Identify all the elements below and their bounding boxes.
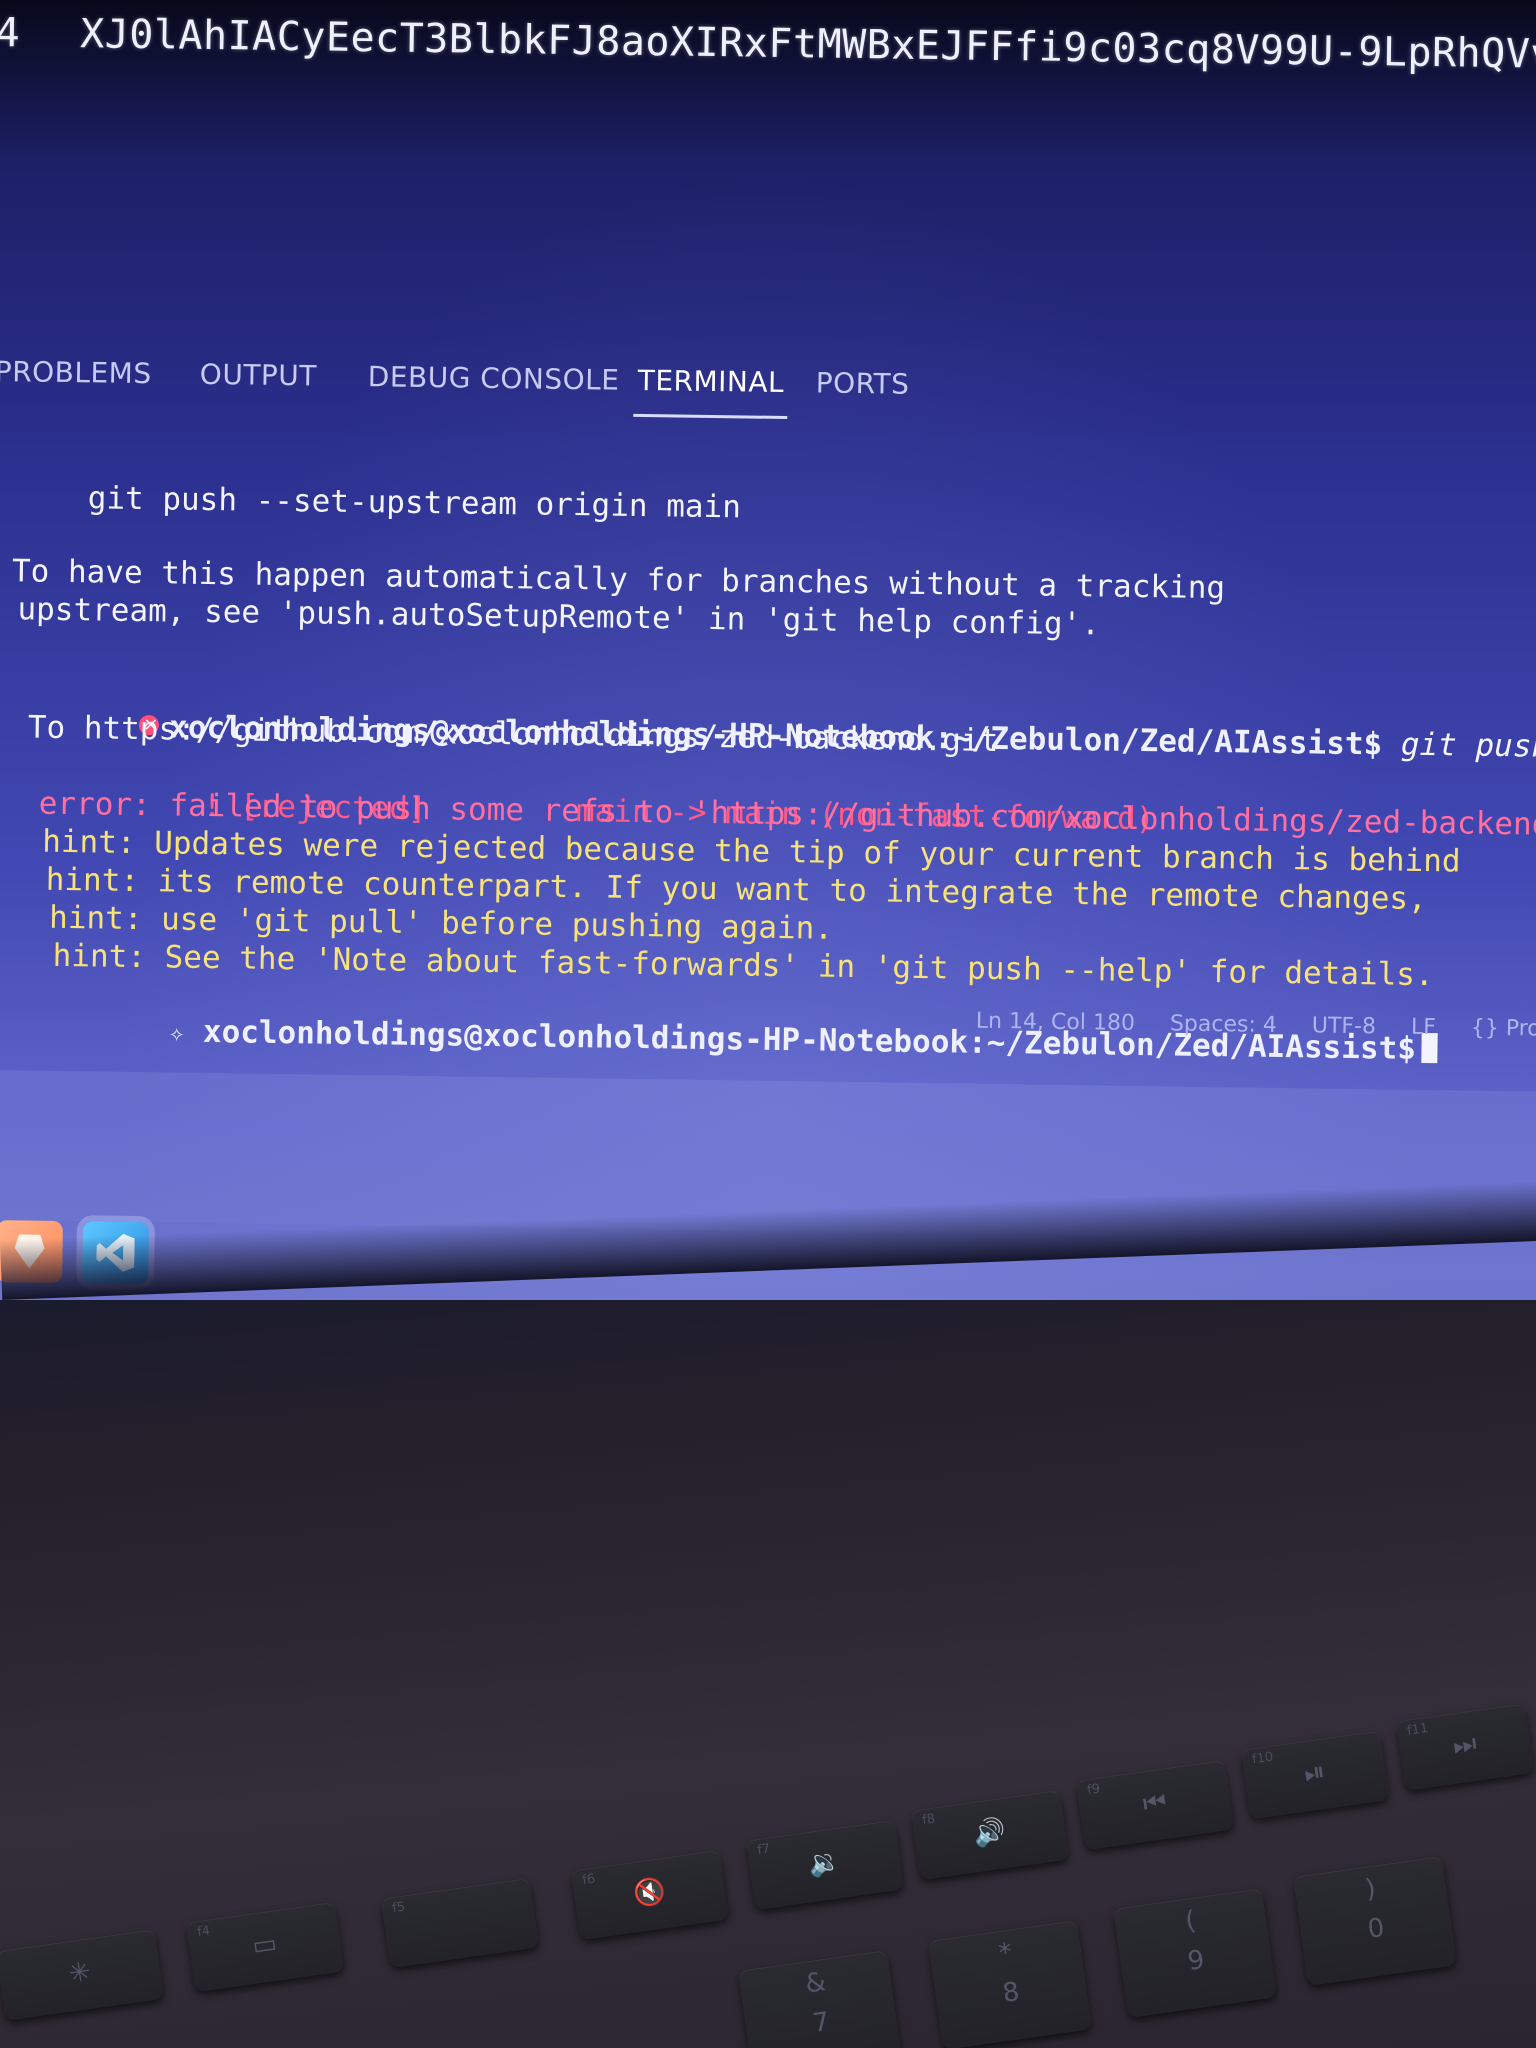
laptop-keyboard-deck: ✳ f4 ▭ f5 f6 🔇 f7 🔉 f8 🔊 f9 ⏮ f10 ⏯ f11 ⏭ & 7 * 8… <box>0 1300 1536 2048</box>
vscode-window: 4 XJ0lAhIACyEecT3BlbkFJ8aoXIRxFtMWBxEJFFf… <box>0 0 1536 1321</box>
key-f6[interactable]: f6 🔇 <box>570 1849 730 1941</box>
key-fn[interactable]: ✳ <box>0 1929 165 2021</box>
key-label: f5 <box>391 1899 407 1917</box>
editor-line: 4 XJ0lAhIACyEecT3BlbkFJ8aoXIRxFtMWBxEJFFf… <box>0 10 1536 82</box>
panel-tab-bar: PROBLEMS OUTPUT DEBUG CONSOLE TERMINAL P… <box>0 355 1495 446</box>
mute-icon: 🔇 <box>631 1875 668 1911</box>
key-7[interactable]: & 7 <box>738 1950 902 2048</box>
terminal-line: git push --set-upstream origin main <box>12 479 742 526</box>
key-9[interactable]: (9 <box>1113 1888 1277 2018</box>
prompt-user-host: xoclonholdings@xoclonholdings-HP-Noteboo… <box>202 1013 969 1061</box>
prompt-decoration-icon: ✧ <box>168 1018 185 1049</box>
volume-down-icon: 🔉 <box>806 1845 843 1881</box>
status-cursor-position[interactable]: Ln 14, Col 180 <box>976 1009 1135 1036</box>
key-label: 0 <box>1365 1912 1387 1945</box>
previous-track-icon: ⏮ <box>1141 1786 1169 1820</box>
status-indentation[interactable]: Spaces: 4 <box>1170 1011 1277 1037</box>
keyboard-backlight-icon: ✳ <box>66 1956 93 1990</box>
tab-ports[interactable]: PORTS <box>816 366 910 400</box>
prompt-path: :~/Zebulon/Zed/AIAssist$ <box>934 720 1383 763</box>
key-label: 8 <box>1000 1976 1022 2009</box>
key-8[interactable]: * 8 <box>928 1920 1092 2048</box>
api-key-text: XJ0lAhIACyEecT3BlbkFJ8aoXIRxFtMWBxEJFFfi… <box>79 11 1536 82</box>
tab-output[interactable]: OUTPUT <box>200 358 318 393</box>
status-language-mode[interactable]: {} Propert <box>1471 1016 1536 1043</box>
key-label: 9 <box>1185 1944 1207 1977</box>
key-f11[interactable]: f11 ⏭ <box>1395 1703 1535 1791</box>
terminal-output[interactable]: git push --set-upstream origin main To h… <box>0 460 1536 1067</box>
key-f7[interactable]: f7 🔉 <box>745 1819 905 1911</box>
key-0[interactable]: ) 0 <box>1293 1856 1457 1986</box>
status-encoding[interactable]: UTF-8 <box>1312 1013 1376 1039</box>
display-icon: ▭ <box>250 1928 279 1962</box>
tab-terminal[interactable]: TERMINAL <box>638 364 785 399</box>
prompt-command: git push -u origin ma <box>1400 726 1536 765</box>
status-eol[interactable]: LF <box>1411 1015 1436 1040</box>
tab-debug-console[interactable]: DEBUG CONSOLE <box>368 360 620 397</box>
key-f9[interactable]: f9 ⏮ <box>1075 1759 1235 1851</box>
key-f5[interactable]: f5 <box>380 1877 540 1969</box>
key-f4[interactable]: f4 ▭ <box>185 1901 345 1993</box>
tab-problems[interactable]: PROBLEMS <box>0 355 152 390</box>
photo-of-laptop-screen: 4 XJ0lAhIACyEecT3BlbkFJ8aoXIRxFtMWBxEJFFf… <box>0 0 1536 2048</box>
line-number: 4 <box>0 9 21 57</box>
key-f8[interactable]: f8 🔊 <box>910 1789 1070 1881</box>
key-f10[interactable]: f10 ⏯ <box>1240 1730 1390 1820</box>
volume-up-icon: 🔊 <box>971 1815 1008 1851</box>
